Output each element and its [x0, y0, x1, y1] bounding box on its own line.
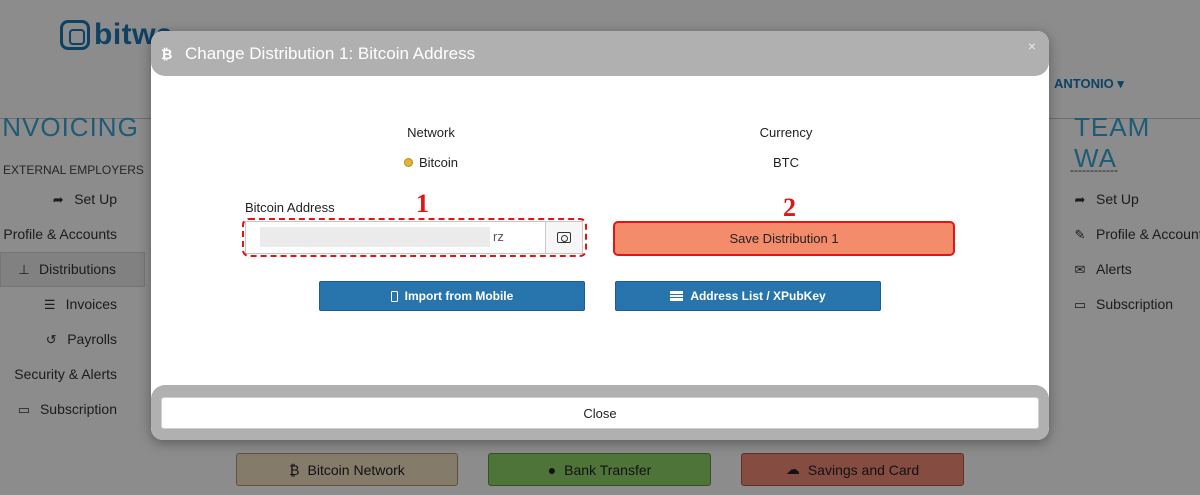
bitcoin-coin-icon: [403, 158, 413, 167]
annotation-number-1: 1: [416, 189, 429, 218]
import-from-mobile-button[interactable]: Import from Mobile: [319, 281, 585, 311]
mobile-phone-icon: [390, 290, 398, 302]
change-distribution-modal: ₿ Change Distribution 1: Bitcoin Address…: [151, 31, 1049, 440]
close-button[interactable]: Close: [161, 397, 1039, 429]
annotation-box-1: [242, 218, 587, 257]
close-icon[interactable]: ×: [1026, 39, 1038, 53]
modal-title: Change Distribution 1: Bitcoin Address: [185, 43, 476, 63]
annotation-number-2: 2: [783, 193, 796, 222]
modal-footer: Close: [151, 385, 1049, 440]
bitcoin-address-label: Bitcoin Address: [245, 200, 335, 215]
bitcoin-icon: ₿: [161, 45, 173, 62]
modal-header: ₿ Change Distribution 1: Bitcoin Address…: [151, 31, 1049, 76]
save-distribution-button[interactable]: Save Distribution 1: [613, 221, 955, 256]
network-value: Bitcoin: [331, 155, 531, 170]
currency-value: BTC: [773, 155, 799, 170]
network-label: Network: [407, 125, 455, 140]
list-icon: [670, 291, 684, 301]
currency-label: Currency: [759, 125, 813, 140]
address-list-button[interactable]: Address List / XPubKey: [615, 281, 881, 311]
